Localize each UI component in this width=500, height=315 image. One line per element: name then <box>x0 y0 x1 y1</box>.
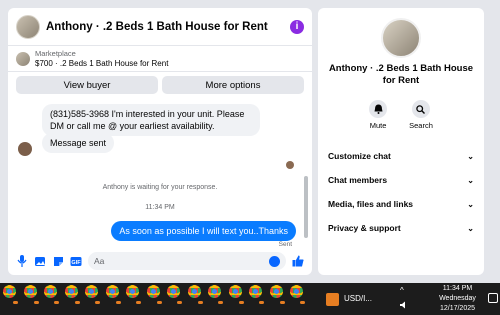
system-tray: USD/I... ^ 11:34 PM Wednesday 12/17/2025 <box>318 283 500 315</box>
section-label: Privacy & support <box>328 223 401 233</box>
seen-avatar <box>286 161 294 169</box>
incoming-message: Message sent <box>42 133 115 153</box>
chevron-down-icon: ⌄ <box>467 151 474 161</box>
more-options-button[interactable]: More options <box>162 76 304 94</box>
mute-label: Mute <box>369 121 387 130</box>
search-action[interactable]: Search <box>409 100 433 130</box>
chrome-icon[interactable] <box>187 285 201 298</box>
scrollbar[interactable] <box>304 176 308 238</box>
message-timestamp: 11:34 PM <box>145 204 175 211</box>
chrome-icon[interactable] <box>105 285 119 298</box>
chrome-icon[interactable] <box>85 285 98 298</box>
notification-icon[interactable] <box>488 293 498 303</box>
info-title: Anthony · .2 Beds 1 Bath House for Rent <box>328 63 474 86</box>
section-privacy-support[interactable]: Privacy & support ⌄ <box>328 216 474 240</box>
taskbar-indicator <box>279 301 285 304</box>
chrome-icon[interactable] <box>269 285 283 298</box>
chat-panel: Anthony · .2 Beds 1 Bath House for Rent … <box>8 8 312 275</box>
chat-header: Anthony · .2 Beds 1 Bath House for Rent … <box>8 8 312 46</box>
section-chat-members[interactable]: Chat members ⌄ <box>328 168 474 192</box>
chevron-down-icon: ⌄ <box>467 175 474 185</box>
outgoing-message: As soon as possible I will text you..Tha… <box>111 221 296 241</box>
marketplace-label: Marketplace <box>35 48 76 58</box>
gif-icon[interactable]: GIF <box>70 255 82 267</box>
chevron-down-icon: ⌄ <box>467 199 474 209</box>
view-buyer-button[interactable]: View buyer <box>16 76 158 94</box>
search-label: Search <box>409 121 433 130</box>
section-label: Media, files and links <box>328 199 414 209</box>
speaker-icon[interactable] <box>400 301 408 311</box>
section-label: Customize chat <box>328 151 391 161</box>
chat-title[interactable]: Anthony · .2 Beds 1 Bath House for Rent <box>46 21 290 33</box>
taskbar-indicator <box>115 301 121 304</box>
chrome-icon[interactable] <box>44 285 57 298</box>
taskbar-clock[interactable]: 11:34 PM Wednesday 12/17/2025 <box>430 284 485 314</box>
bell-icon <box>369 100 388 118</box>
microphone-icon[interactable] <box>16 255 28 267</box>
taskbar-indicator <box>259 301 264 304</box>
gallery-icon[interactable] <box>34 255 46 267</box>
chat-avatar[interactable] <box>16 14 40 39</box>
incoming-message: (831)585-3968 I'm interested in your uni… <box>42 104 260 136</box>
svg-text:GIF: GIF <box>71 260 81 266</box>
taskbar: USD/I... ^ 11:34 PM Wednesday 12/17/2025 <box>0 283 500 315</box>
currency-widget[interactable]: USD/I... <box>344 294 372 303</box>
chrome-icon[interactable] <box>228 285 242 298</box>
info-icon[interactable]: i <box>290 19 304 34</box>
section-customize-chat[interactable]: Customize chat ⌄ <box>328 144 474 168</box>
stocks-icon[interactable] <box>326 293 339 306</box>
message-list: (831)585-3968 I'm interested in your uni… <box>8 100 312 248</box>
composer: GIF Aa <box>8 247 312 275</box>
chrome-icon[interactable] <box>146 285 160 298</box>
chrome-icon[interactable] <box>23 285 37 298</box>
taskbar-indicator <box>300 301 305 304</box>
taskbar-indicator <box>238 301 244 304</box>
info-actions: Mute Search <box>318 100 484 130</box>
like-icon[interactable] <box>292 255 304 267</box>
emoji-icon[interactable] <box>269 255 280 267</box>
taskbar-indicator <box>177 301 182 304</box>
taskbar-indicator <box>13 301 18 304</box>
chrome-icon[interactable] <box>126 285 139 298</box>
clock-day: Wednesday <box>439 295 476 302</box>
sender-avatar[interactable] <box>18 142 32 156</box>
taskbar-indicator <box>218 301 223 304</box>
chrome-icon[interactable] <box>167 285 180 298</box>
listing-thumbnail <box>16 51 30 66</box>
taskbar-indicator <box>197 301 203 304</box>
taskbar-indicator <box>33 301 39 304</box>
section-media-files-links[interactable]: Media, files and links ⌄ <box>328 192 474 216</box>
conversation-info-panel: Anthony · .2 Beds 1 Bath House for Rent … <box>318 8 484 275</box>
chevron-down-icon: ⌄ <box>467 223 474 233</box>
chrome-icon[interactable] <box>290 285 303 298</box>
message-input[interactable]: Aa <box>88 252 286 270</box>
chrome-icon[interactable] <box>249 285 262 298</box>
sticker-icon[interactable] <box>52 255 64 267</box>
taskbar-indicator <box>136 301 141 304</box>
waiting-notice: Anthony is waiting for your response. <box>102 184 218 191</box>
message-input-placeholder: Aa <box>94 256 105 266</box>
section-label: Chat members <box>328 175 388 185</box>
info-sections: Customize chat ⌄ Chat members ⌄ Media, f… <box>328 144 474 240</box>
marketplace-listing[interactable]: Marketplace $700 · .2 Beds 1 Bath House … <box>8 46 312 72</box>
clock-time: 11:34 PM <box>442 285 473 292</box>
taskbar-indicator <box>156 301 162 304</box>
chrome-icon[interactable] <box>208 285 221 298</box>
mute-action[interactable]: Mute <box>369 100 388 130</box>
listing-title: $700 · .2 Beds 1 Bath House for Rent <box>35 58 169 68</box>
taskbar-indicator <box>74 301 80 304</box>
chrome-icon[interactable] <box>64 285 78 298</box>
listing-avatar[interactable] <box>381 18 421 58</box>
taskbar-indicator <box>95 301 100 304</box>
chrome-icon[interactable] <box>3 285 16 298</box>
clock-date: 12/17/2025 <box>439 305 476 312</box>
search-icon <box>411 100 430 118</box>
taskbar-indicator <box>54 301 59 304</box>
action-buttons: View buyer More options <box>8 72 312 98</box>
chevron-up-icon[interactable]: ^ <box>400 286 404 295</box>
